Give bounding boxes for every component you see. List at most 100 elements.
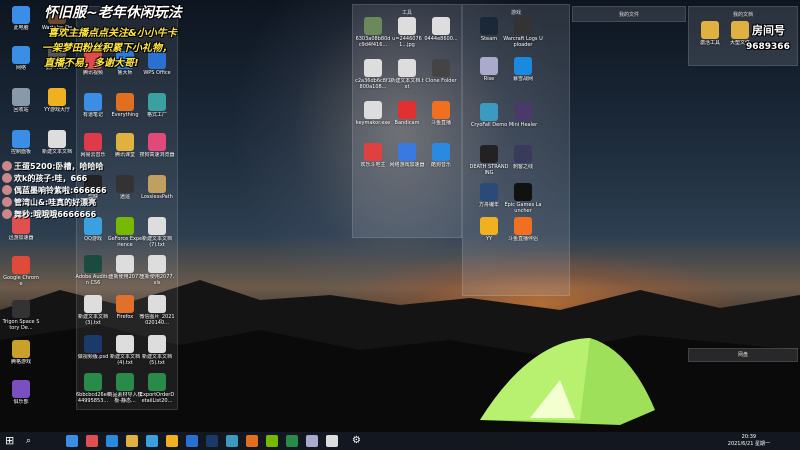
desktop-shortcut[interactable]: 搜狗高速浏览器 bbox=[139, 133, 175, 158]
taskbar-app-icon[interactable] bbox=[106, 435, 118, 447]
overlay-subtitle-1: 喜欢主播点点关注&小小牛卡 bbox=[48, 28, 177, 39]
taskbar-app-icon[interactable] bbox=[266, 435, 278, 447]
shortcut-label: 网络游戏加速器 bbox=[389, 162, 425, 168]
desktop-shortcut[interactable]: 做视频版.psd bbox=[75, 335, 111, 360]
desktop-shortcut[interactable]: 商品素材导入模板-静态... bbox=[107, 373, 143, 404]
desktop-shortcut[interactable]: LosslessPath bbox=[139, 175, 175, 200]
shortcut-label: 新建文本文档(5).txt bbox=[141, 354, 172, 366]
avatar-icon bbox=[2, 185, 12, 195]
desktop-shortcut[interactable]: Mini Healer bbox=[503, 103, 543, 128]
desktop-shortcut[interactable]: 新建文本文档(3).txt bbox=[75, 295, 111, 326]
yy-icon bbox=[48, 88, 66, 106]
control-panel-icon bbox=[12, 130, 30, 148]
desktop-shortcut[interactable]: 微信图片_2021020140... bbox=[139, 295, 175, 326]
fence-network-title: 网盘 bbox=[737, 352, 748, 358]
taskbar-app-icon[interactable] bbox=[306, 435, 318, 447]
desktop-shortcut[interactable]: 6bbcbcd26e644995853... bbox=[75, 373, 111, 404]
desktop-shortcut[interactable]: 新建文本文档.txt bbox=[389, 59, 425, 90]
avatar-icon bbox=[2, 173, 12, 183]
shortcut-label: 有道笔记 bbox=[82, 112, 103, 118]
taskbar-app-icon[interactable] bbox=[166, 435, 178, 447]
desktop-shortcut[interactable]: 逍遥 bbox=[107, 175, 143, 200]
desktop-shortcut[interactable]: 网络游戏加速器 bbox=[389, 143, 425, 168]
doc-icon bbox=[116, 255, 134, 273]
taskbar-app-icon[interactable] bbox=[246, 435, 258, 447]
chat-message: 管湾山&:哇真的好漂亮 bbox=[2, 196, 96, 208]
desktop-shortcut[interactable]: 网易云音乐 bbox=[75, 133, 111, 158]
desktop-shortcut[interactable]: Warcraft Logs Uploader bbox=[503, 17, 543, 48]
desktop-shortcut[interactable]: 新建文本文档(7).txt bbox=[139, 217, 175, 248]
shortcut-label: 微信图片_2021020140... bbox=[139, 314, 175, 326]
desktop-shortcut[interactable]: 新建文本文档 bbox=[38, 130, 76, 155]
desktop-shortcut[interactable]: 重新使用2077.xls bbox=[139, 255, 175, 286]
desktop-shortcut[interactable]: ExportOrderDetailList20... bbox=[139, 373, 175, 404]
desktop-shortcut[interactable]: 网络 bbox=[2, 46, 40, 71]
format-factory-icon bbox=[148, 93, 166, 111]
taskbar-app-icon[interactable] bbox=[126, 435, 138, 447]
desktop-shortcut[interactable]: c2a36db6c8f1800a108... bbox=[355, 59, 391, 90]
desktop-shortcut[interactable]: WPS Office bbox=[139, 51, 175, 76]
shortcut-label: GeForce Experience bbox=[107, 236, 143, 248]
desktop-shortcut[interactable]: 激活工具 bbox=[693, 21, 727, 46]
taskbar-app-icon[interactable] bbox=[226, 435, 238, 447]
desktop-shortcut[interactable]: Epic Games Launcher bbox=[503, 183, 543, 214]
taskbar-app-icon[interactable] bbox=[186, 435, 198, 447]
desktop-shortcut[interactable]: 刺客之线 bbox=[503, 145, 543, 170]
taskbar-app-icon[interactable] bbox=[146, 435, 158, 447]
desktop-shortcut[interactable]: 欢乐斗地主 bbox=[355, 143, 391, 168]
desktop-shortcut[interactable]: 酷狗音乐 bbox=[423, 143, 459, 168]
desktop-shortcut[interactable]: 回收站 bbox=[2, 88, 40, 113]
settings-gear-icon[interactable]: ⚙ bbox=[352, 435, 364, 447]
desktop-shortcut[interactable]: 斗鱼直播伴侣 bbox=[503, 217, 543, 242]
glowing-tent bbox=[480, 338, 655, 425]
taskbar-app-icon[interactable] bbox=[86, 435, 98, 447]
desktop-shortcut[interactable]: GeForce Experience bbox=[107, 217, 143, 248]
desktop-shortcut[interactable]: 格式工厂 bbox=[139, 93, 175, 118]
shortcut-label: 网络 bbox=[15, 65, 26, 71]
desktop-shortcut[interactable]: 6303a08b80dc9d4f416... bbox=[355, 17, 391, 48]
chat-message: 舞秒:哦哦哦6666666 bbox=[2, 208, 96, 220]
desktop-shortcut[interactable]: 腾讯课堂 bbox=[107, 133, 143, 158]
taskbar-app-icon[interactable] bbox=[286, 435, 298, 447]
desktop-shortcut[interactable]: 0444e8600... bbox=[423, 17, 459, 42]
desktop-shortcut[interactable]: QQ游戏 bbox=[75, 217, 111, 242]
text-file-icon bbox=[48, 130, 66, 148]
desktop-shortcut[interactable]: 俱乐部 bbox=[2, 380, 40, 405]
desktop-shortcut[interactable]: 控制面板 bbox=[2, 130, 40, 155]
desktop-shortcut[interactable]: 此电脑 bbox=[2, 6, 40, 31]
shortcut-label: 回收站 bbox=[13, 107, 29, 113]
shortcut-label: Firefox bbox=[116, 314, 134, 320]
desktop-shortcut[interactable]: Firefox bbox=[107, 295, 143, 320]
shortcut-label: LosslessPath bbox=[141, 194, 173, 200]
desktop-shortcut[interactable]: YY游戏大厅 bbox=[38, 88, 76, 113]
emulator-icon bbox=[116, 175, 134, 193]
desktop-shortcut[interactable]: 腾格游戏 bbox=[2, 340, 40, 365]
desktop-shortcut[interactable]: 有道笔记 bbox=[75, 93, 111, 118]
fence-network[interactable]: 网盘 bbox=[688, 348, 798, 362]
desktop-shortcut[interactable]: Adobe Audition CS6 bbox=[75, 255, 111, 286]
start-windows-icon[interactable]: ⊞ bbox=[5, 435, 17, 447]
audition-icon bbox=[84, 255, 102, 273]
fence-files-title: 我的文件 bbox=[618, 12, 639, 18]
desktop-shortcut[interactable]: u=24460761...jpg bbox=[389, 17, 425, 48]
system-clock[interactable]: 20:39 2021/6/21 星期一 bbox=[728, 434, 770, 448]
shortcut-label: ExportOrderDetailList20... bbox=[139, 392, 175, 404]
desktop-shortcut[interactable]: 新建文本文档(4).txt bbox=[107, 335, 143, 366]
desktop-shortcut[interactable]: Clone Folder bbox=[423, 59, 459, 84]
taskbar-app-icon[interactable] bbox=[326, 435, 338, 447]
computer-icon bbox=[12, 6, 30, 24]
fence-files[interactable]: 我的文件 bbox=[572, 6, 686, 22]
desktop-shortcut[interactable]: Bandicam bbox=[389, 101, 425, 126]
desktop-shortcut[interactable]: 重新使用2077 bbox=[107, 255, 143, 280]
desktop-shortcut[interactable]: keymakor.exe bbox=[355, 101, 391, 126]
desktop-shortcut[interactable]: Trigon Space Story De... bbox=[2, 300, 40, 331]
desktop-shortcut[interactable]: 暴雪战网 bbox=[503, 57, 543, 82]
desktop-shortcut[interactable]: 新建文本文档(5).txt bbox=[139, 335, 175, 366]
search-icon[interactable]: ⌕ bbox=[26, 435, 38, 447]
desktop-shortcut[interactable]: Google Chrome bbox=[2, 256, 40, 287]
desktop-shortcut[interactable]: Everything bbox=[107, 93, 143, 118]
taskbar-app-icon[interactable] bbox=[66, 435, 78, 447]
shortcut-label: Clone Folder bbox=[425, 78, 457, 84]
desktop-shortcut[interactable]: 斗鱼直播 bbox=[423, 101, 459, 126]
taskbar-app-icon[interactable] bbox=[206, 435, 218, 447]
